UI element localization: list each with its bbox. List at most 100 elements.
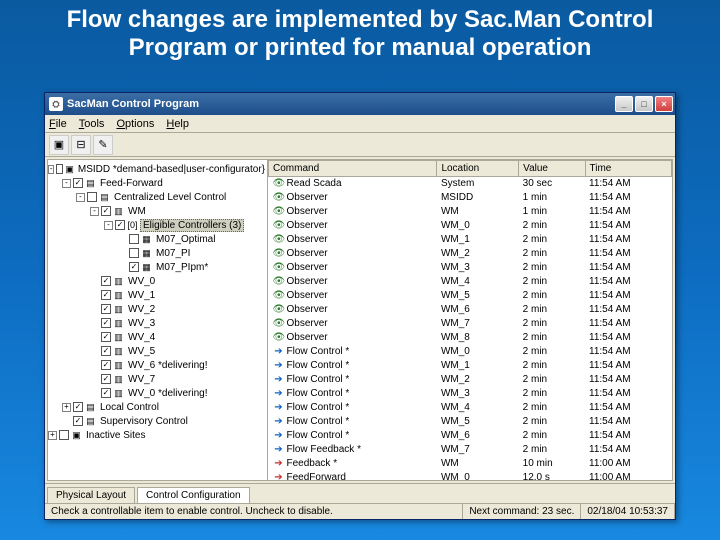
tab-physical-layout[interactable]: Physical Layout: [47, 487, 135, 503]
col-command[interactable]: Command: [269, 161, 437, 177]
toolbar-btn-1[interactable]: ▣: [49, 135, 69, 155]
toolbar-btn-3[interactable]: ✎: [93, 135, 113, 155]
tree-checkbox[interactable]: ✓: [101, 360, 111, 370]
tree-item[interactable]: -✓[0]Eligible Controllers (3): [48, 218, 267, 232]
table-row[interactable]: ➔Flow Control *WM_32 min11:54 AM: [269, 387, 672, 401]
tree-checkbox[interactable]: [87, 192, 97, 202]
cell-time: 11:54 AM: [585, 275, 671, 289]
table-row[interactable]: 👁ObserverWM_22 min11:54 AM: [269, 247, 672, 261]
cell-location: WM_6: [437, 303, 519, 317]
cell-value: 30 sec: [519, 177, 585, 191]
tree-item[interactable]: ✓▥WV_4: [48, 330, 267, 344]
tree-item[interactable]: ✓▥WV_0: [48, 274, 267, 288]
tree-item[interactable]: -▣MSIDD *demand-based|user-configurator}: [48, 162, 267, 176]
tree-item[interactable]: +▣Inactive Sites: [48, 428, 267, 442]
tree-checkbox[interactable]: ✓: [115, 220, 125, 230]
tree-checkbox[interactable]: [59, 430, 69, 440]
tree-item[interactable]: ✓▥WV_0 *delivering!: [48, 386, 267, 400]
tree-item[interactable]: ✓▥WV_5: [48, 344, 267, 358]
tree-checkbox[interactable]: ✓: [101, 388, 111, 398]
table-row[interactable]: ➔Flow Control *WM_42 min11:54 AM: [269, 401, 672, 415]
tree-checkbox[interactable]: [56, 164, 63, 174]
cell-time: 11:54 AM: [585, 303, 671, 317]
table-row[interactable]: 👁ObserverWM_52 min11:54 AM: [269, 289, 672, 303]
table-row[interactable]: 👁ObserverWM1 min11:54 AM: [269, 205, 672, 219]
tree-item[interactable]: ✓▦M07_PIpm*: [48, 260, 267, 274]
tree-label: WV_7: [126, 374, 157, 385]
eye-icon: 👁: [273, 248, 285, 259]
maximize-button[interactable]: □: [635, 96, 653, 112]
table-row[interactable]: 👁ObserverWM_32 min11:54 AM: [269, 261, 672, 275]
table-row[interactable]: 👁ObserverWM_02 min11:54 AM: [269, 219, 672, 233]
table-row[interactable]: ➔Flow Control *WM_12 min11:54 AM: [269, 359, 672, 373]
table-row[interactable]: ➔Flow Control *WM_22 min11:54 AM: [269, 373, 672, 387]
tree-checkbox[interactable]: [129, 248, 139, 258]
tree-item[interactable]: ✓▥WV_3: [48, 316, 267, 330]
tree-checkbox[interactable]: [129, 234, 139, 244]
tree-checkbox[interactable]: ✓: [101, 318, 111, 328]
table-row[interactable]: 👁ObserverWM_72 min11:54 AM: [269, 317, 672, 331]
table-row[interactable]: ➔FeedForwardWM_012.0 s11:00 AM: [269, 471, 672, 481]
titlebar[interactable]: ⛭ SacMan Control Program _ □ ×: [45, 93, 675, 115]
table-row[interactable]: 👁ObserverWM_12 min11:54 AM: [269, 233, 672, 247]
table-row[interactable]: 👁ObserverWM_42 min11:54 AM: [269, 275, 672, 289]
menu-file[interactable]: FFileile: [49, 118, 67, 130]
tree-item[interactable]: ✓▥WV_7: [48, 372, 267, 386]
tree-item[interactable]: ▦M07_PI: [48, 246, 267, 260]
expand-icon[interactable]: -: [104, 221, 113, 230]
menu-options[interactable]: Options: [116, 118, 154, 130]
expand-icon[interactable]: -: [90, 207, 99, 216]
cell-location: WM: [437, 457, 519, 471]
expand-icon[interactable]: -: [76, 193, 85, 202]
table-row[interactable]: ➔Flow Control *WM_52 min11:54 AM: [269, 415, 672, 429]
tree-checkbox[interactable]: ✓: [101, 346, 111, 356]
tree-item[interactable]: ▦M07_Optimal: [48, 232, 267, 246]
col-time[interactable]: Time: [585, 161, 671, 177]
table-row[interactable]: ➔Flow Feedback *WM_72 min11:54 AM: [269, 443, 672, 457]
table-row[interactable]: ➔Flow Control *WM_62 min11:54 AM: [269, 429, 672, 443]
table-row[interactable]: 👁Read ScadaSystem30 sec11:54 AM: [269, 177, 672, 191]
toolbar-btn-2[interactable]: ⊟: [71, 135, 91, 155]
tree-checkbox[interactable]: ✓: [73, 402, 83, 412]
table-panel[interactable]: Command Location Value Time 👁Read ScadaS…: [268, 160, 672, 480]
cell-time: 11:54 AM: [585, 359, 671, 373]
tree-checkbox[interactable]: ✓: [101, 206, 111, 216]
tree-panel[interactable]: -▣MSIDD *demand-based|user-configurator}…: [48, 160, 268, 480]
tree-checkbox[interactable]: ✓: [101, 374, 111, 384]
tree-checkbox[interactable]: ✓: [129, 262, 139, 272]
tree-checkbox[interactable]: ✓: [73, 178, 83, 188]
cell-command: Observer: [287, 276, 328, 287]
tree-checkbox[interactable]: ✓: [101, 276, 111, 286]
tree-checkbox[interactable]: ✓: [101, 304, 111, 314]
tree-item[interactable]: +✓▤Local Control: [48, 400, 267, 414]
table-row[interactable]: ➔Flow Control *WM_02 min11:54 AM: [269, 345, 672, 359]
tree-item[interactable]: ✓▥WV_2: [48, 302, 267, 316]
tree-item[interactable]: ✓▤Supervisory Control: [48, 414, 267, 428]
expand-icon[interactable]: -: [62, 179, 71, 188]
table-row[interactable]: 👁ObserverWM_62 min11:54 AM: [269, 303, 672, 317]
tree-checkbox[interactable]: ✓: [101, 290, 111, 300]
expand-icon[interactable]: +: [62, 403, 71, 412]
tree-label: Inactive Sites: [84, 430, 147, 441]
table-row[interactable]: ➔Feedback *WM10 min11:00 AM: [269, 457, 672, 471]
cell-time: 11:54 AM: [585, 443, 671, 457]
col-location[interactable]: Location: [437, 161, 519, 177]
menu-tools[interactable]: Tools: [79, 118, 105, 130]
tree-checkbox[interactable]: ✓: [101, 332, 111, 342]
menu-help[interactable]: Help: [166, 118, 189, 130]
close-button[interactable]: ×: [655, 96, 673, 112]
tree-item[interactable]: -✓▥WM: [48, 204, 267, 218]
tree-item[interactable]: ✓▥WV_6 *delivering!: [48, 358, 267, 372]
minimize-button[interactable]: _: [615, 96, 633, 112]
expand-icon[interactable]: -: [48, 165, 54, 174]
content-area: -▣MSIDD *demand-based|user-configurator}…: [47, 159, 673, 481]
tree-checkbox[interactable]: ✓: [73, 416, 83, 426]
tree-item[interactable]: -▤Centralized Level Control: [48, 190, 267, 204]
col-value[interactable]: Value: [519, 161, 585, 177]
expand-icon[interactable]: +: [48, 431, 57, 440]
table-row[interactable]: 👁ObserverWM_82 min11:54 AM: [269, 331, 672, 345]
tree-item[interactable]: -✓▤Feed-Forward: [48, 176, 267, 190]
tab-control-configuration[interactable]: Control Configuration: [137, 487, 250, 503]
table-row[interactable]: 👁ObserverMSIDD1 min11:54 AM: [269, 191, 672, 205]
tree-item[interactable]: ✓▥WV_1: [48, 288, 267, 302]
